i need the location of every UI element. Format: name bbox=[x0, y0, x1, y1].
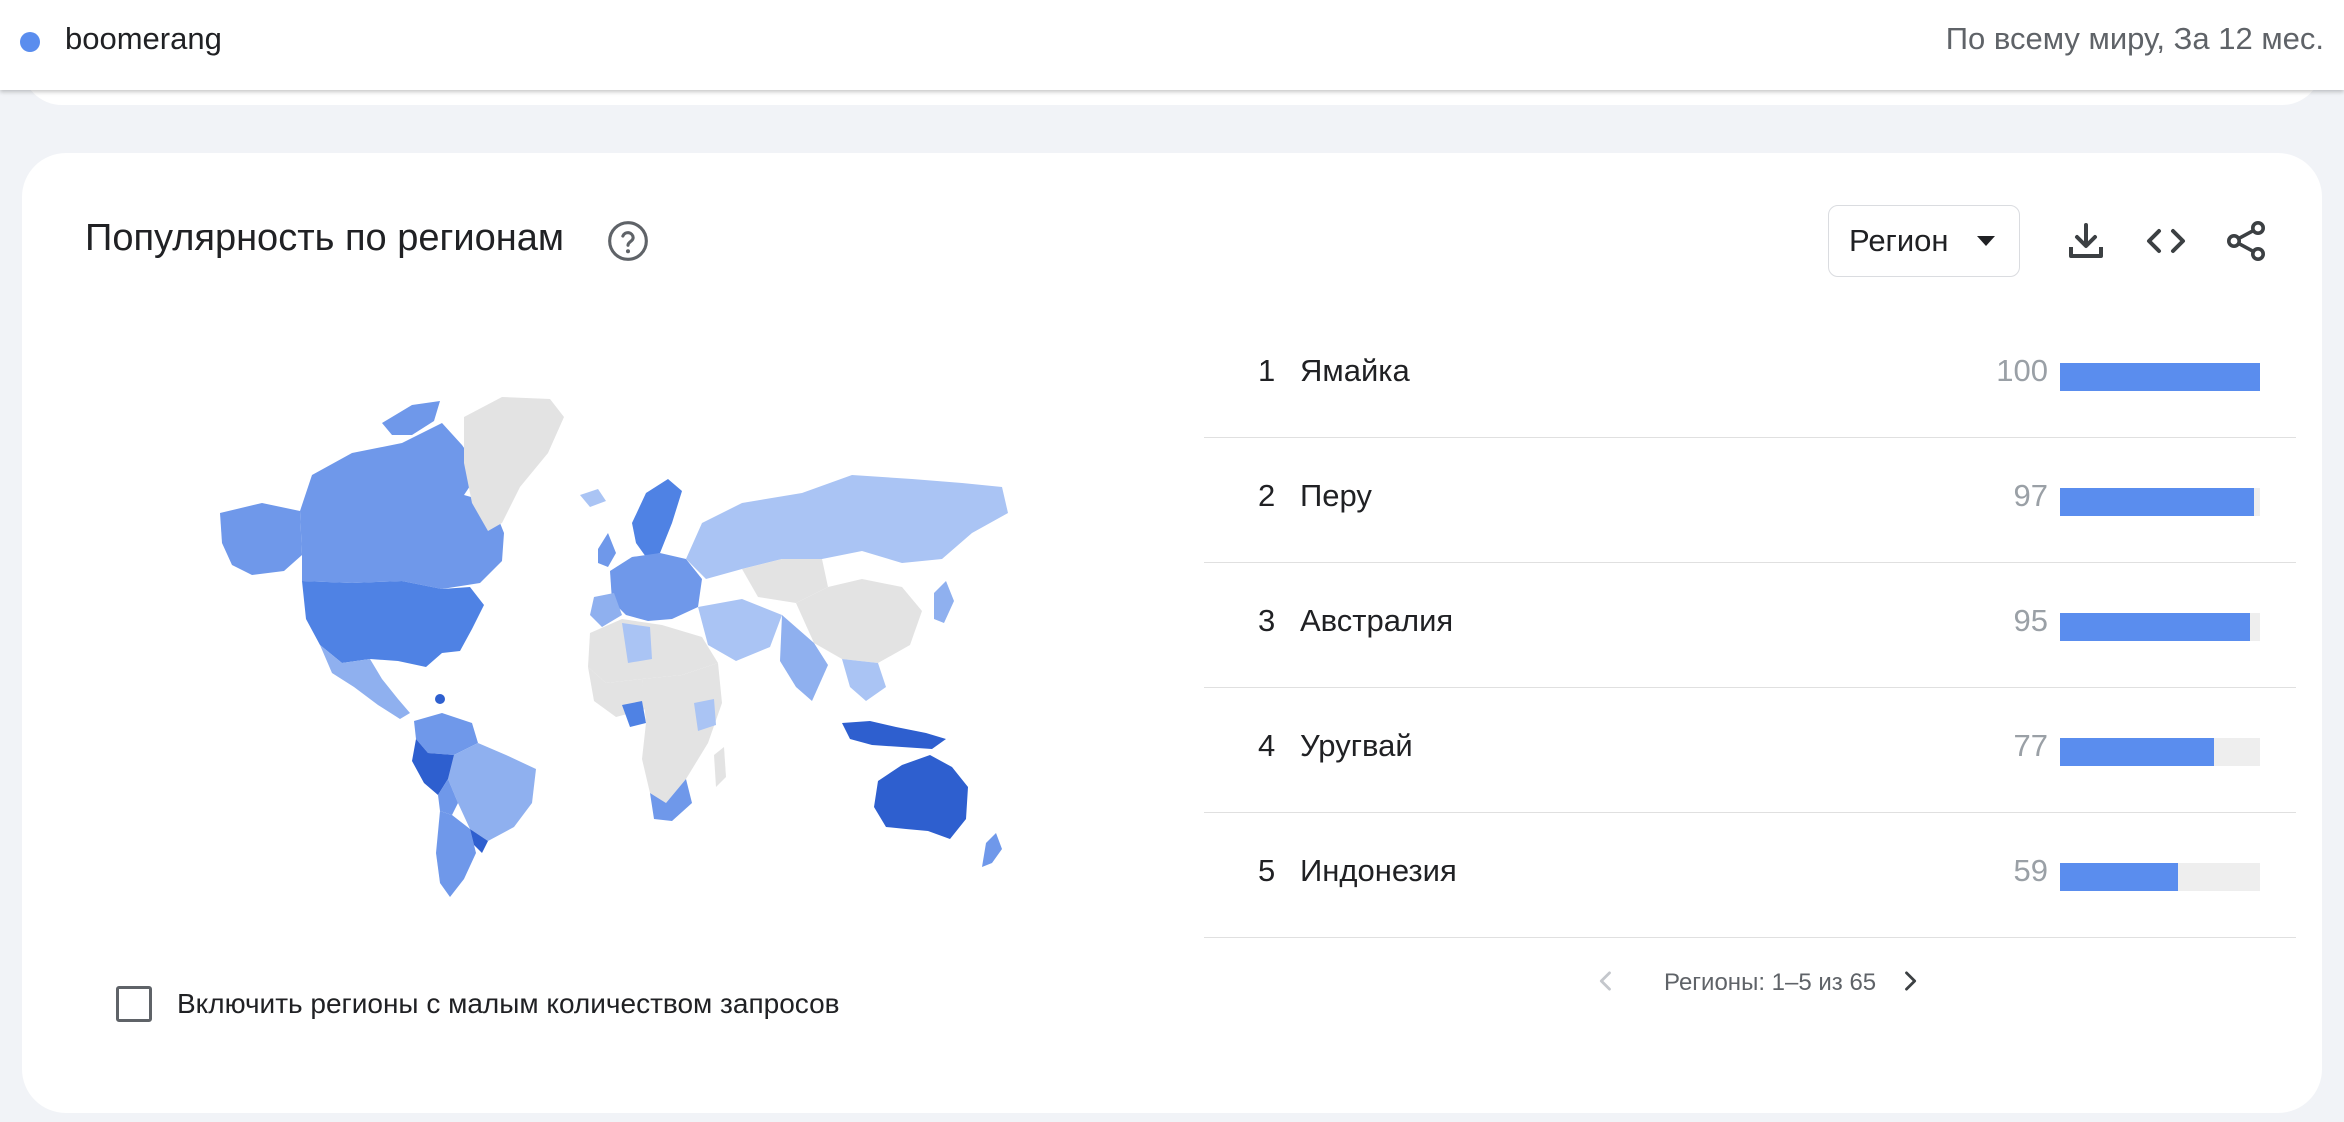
region-europe bbox=[610, 553, 702, 621]
region-madagascar bbox=[714, 747, 726, 787]
region-australia bbox=[874, 755, 968, 839]
compare-legend-bar: boomerang По всему миру, За 12 мес. bbox=[0, 0, 2344, 90]
world-choropleth-map[interactable] bbox=[202, 383, 1022, 903]
search-term-label: boomerang bbox=[65, 21, 222, 56]
ranking-row[interactable]: 1 Ямайка 100 bbox=[1204, 313, 2296, 438]
ranking-bar bbox=[2060, 488, 2260, 516]
ranking-row[interactable]: 4 Уругвай 77 bbox=[1204, 688, 2296, 813]
ranking-bar-fill bbox=[2060, 613, 2250, 641]
scope-label: По всему миру, За 12 мес. bbox=[1945, 21, 2324, 56]
ranking-rank: 3 bbox=[1258, 603, 1276, 638]
help-circle-icon[interactable] bbox=[606, 219, 650, 263]
resolution-select-label: Регион bbox=[1849, 223, 1949, 258]
ranking-row[interactable]: 2 Перу 97 bbox=[1204, 438, 2296, 563]
resolution-select[interactable]: Регион bbox=[1828, 205, 2020, 277]
region-uk bbox=[598, 533, 616, 567]
ranking-region-name[interactable]: Австралия bbox=[1300, 603, 1453, 639]
region-jamaica bbox=[435, 694, 445, 704]
term-color-dot bbox=[20, 32, 40, 52]
ranking-region-name[interactable]: Уругвай bbox=[1300, 728, 1413, 764]
ranking-rank: 2 bbox=[1258, 478, 1276, 513]
pager-label: Регионы: 1–5 из 65 bbox=[1664, 969, 1877, 996]
ranking-rank: 4 bbox=[1258, 728, 1276, 763]
ranking-bar bbox=[2060, 738, 2260, 766]
region-greenland bbox=[464, 397, 564, 531]
ranking-region-name[interactable]: Ямайка bbox=[1300, 353, 1410, 389]
interest-by-region-card: Популярность по регионам Регион Включить… bbox=[22, 153, 2322, 1113]
chevron-right-icon[interactable] bbox=[1896, 967, 1924, 995]
ranking-value: 95 bbox=[2013, 603, 2048, 638]
region-se-asia bbox=[842, 659, 886, 701]
ranking-value: 97 bbox=[2013, 478, 2048, 513]
ranking-bar-fill bbox=[2060, 363, 2260, 391]
ranking-value: 77 bbox=[2013, 728, 2048, 763]
region-iceland bbox=[580, 489, 606, 507]
region-indonesia bbox=[842, 721, 946, 749]
ranking-bar-fill bbox=[2060, 488, 2254, 516]
card-title: Популярность по регионам bbox=[85, 217, 564, 259]
region-central-africa bbox=[642, 663, 722, 803]
ranking-row[interactable]: 3 Австралия 95 bbox=[1204, 563, 2296, 688]
region-scandinavia bbox=[632, 479, 682, 557]
region-ranking-list: 1 Ямайка 100 2 Перу 97 3 Австралия 95 4 … bbox=[1204, 313, 2296, 938]
low-volume-regions-checkbox[interactable] bbox=[116, 986, 152, 1022]
ranking-bar bbox=[2060, 363, 2260, 391]
ranking-rank: 5 bbox=[1258, 853, 1276, 888]
ranking-bar-fill bbox=[2060, 738, 2214, 766]
ranking-bar bbox=[2060, 613, 2260, 641]
ranking-value: 100 bbox=[1996, 353, 2048, 388]
ranking-value: 59 bbox=[2013, 853, 2048, 888]
embed-code-icon[interactable] bbox=[2142, 217, 2190, 265]
ranking-region-name[interactable]: Индонезия bbox=[1300, 853, 1457, 889]
ranking-rank: 1 bbox=[1258, 353, 1276, 388]
ranking-bar bbox=[2060, 863, 2260, 891]
ranking-region-name[interactable]: Перу bbox=[1300, 478, 1372, 514]
share-icon[interactable] bbox=[2222, 217, 2270, 265]
ranking-row[interactable]: 5 Индонезия 59 bbox=[1204, 813, 2296, 938]
region-new-zealand bbox=[982, 833, 1002, 867]
region-nigeria bbox=[622, 701, 646, 727]
region-japan bbox=[934, 581, 954, 623]
chevron-left-icon[interactable] bbox=[1592, 967, 1620, 995]
download-icon[interactable] bbox=[2062, 217, 2110, 265]
region-russia bbox=[686, 475, 1008, 579]
chevron-down-icon bbox=[1977, 236, 1995, 246]
ranking-bar-fill bbox=[2060, 863, 2178, 891]
region-alaska bbox=[220, 503, 302, 575]
low-volume-regions-label[interactable]: Включить регионы с малым количеством зап… bbox=[177, 988, 840, 1020]
